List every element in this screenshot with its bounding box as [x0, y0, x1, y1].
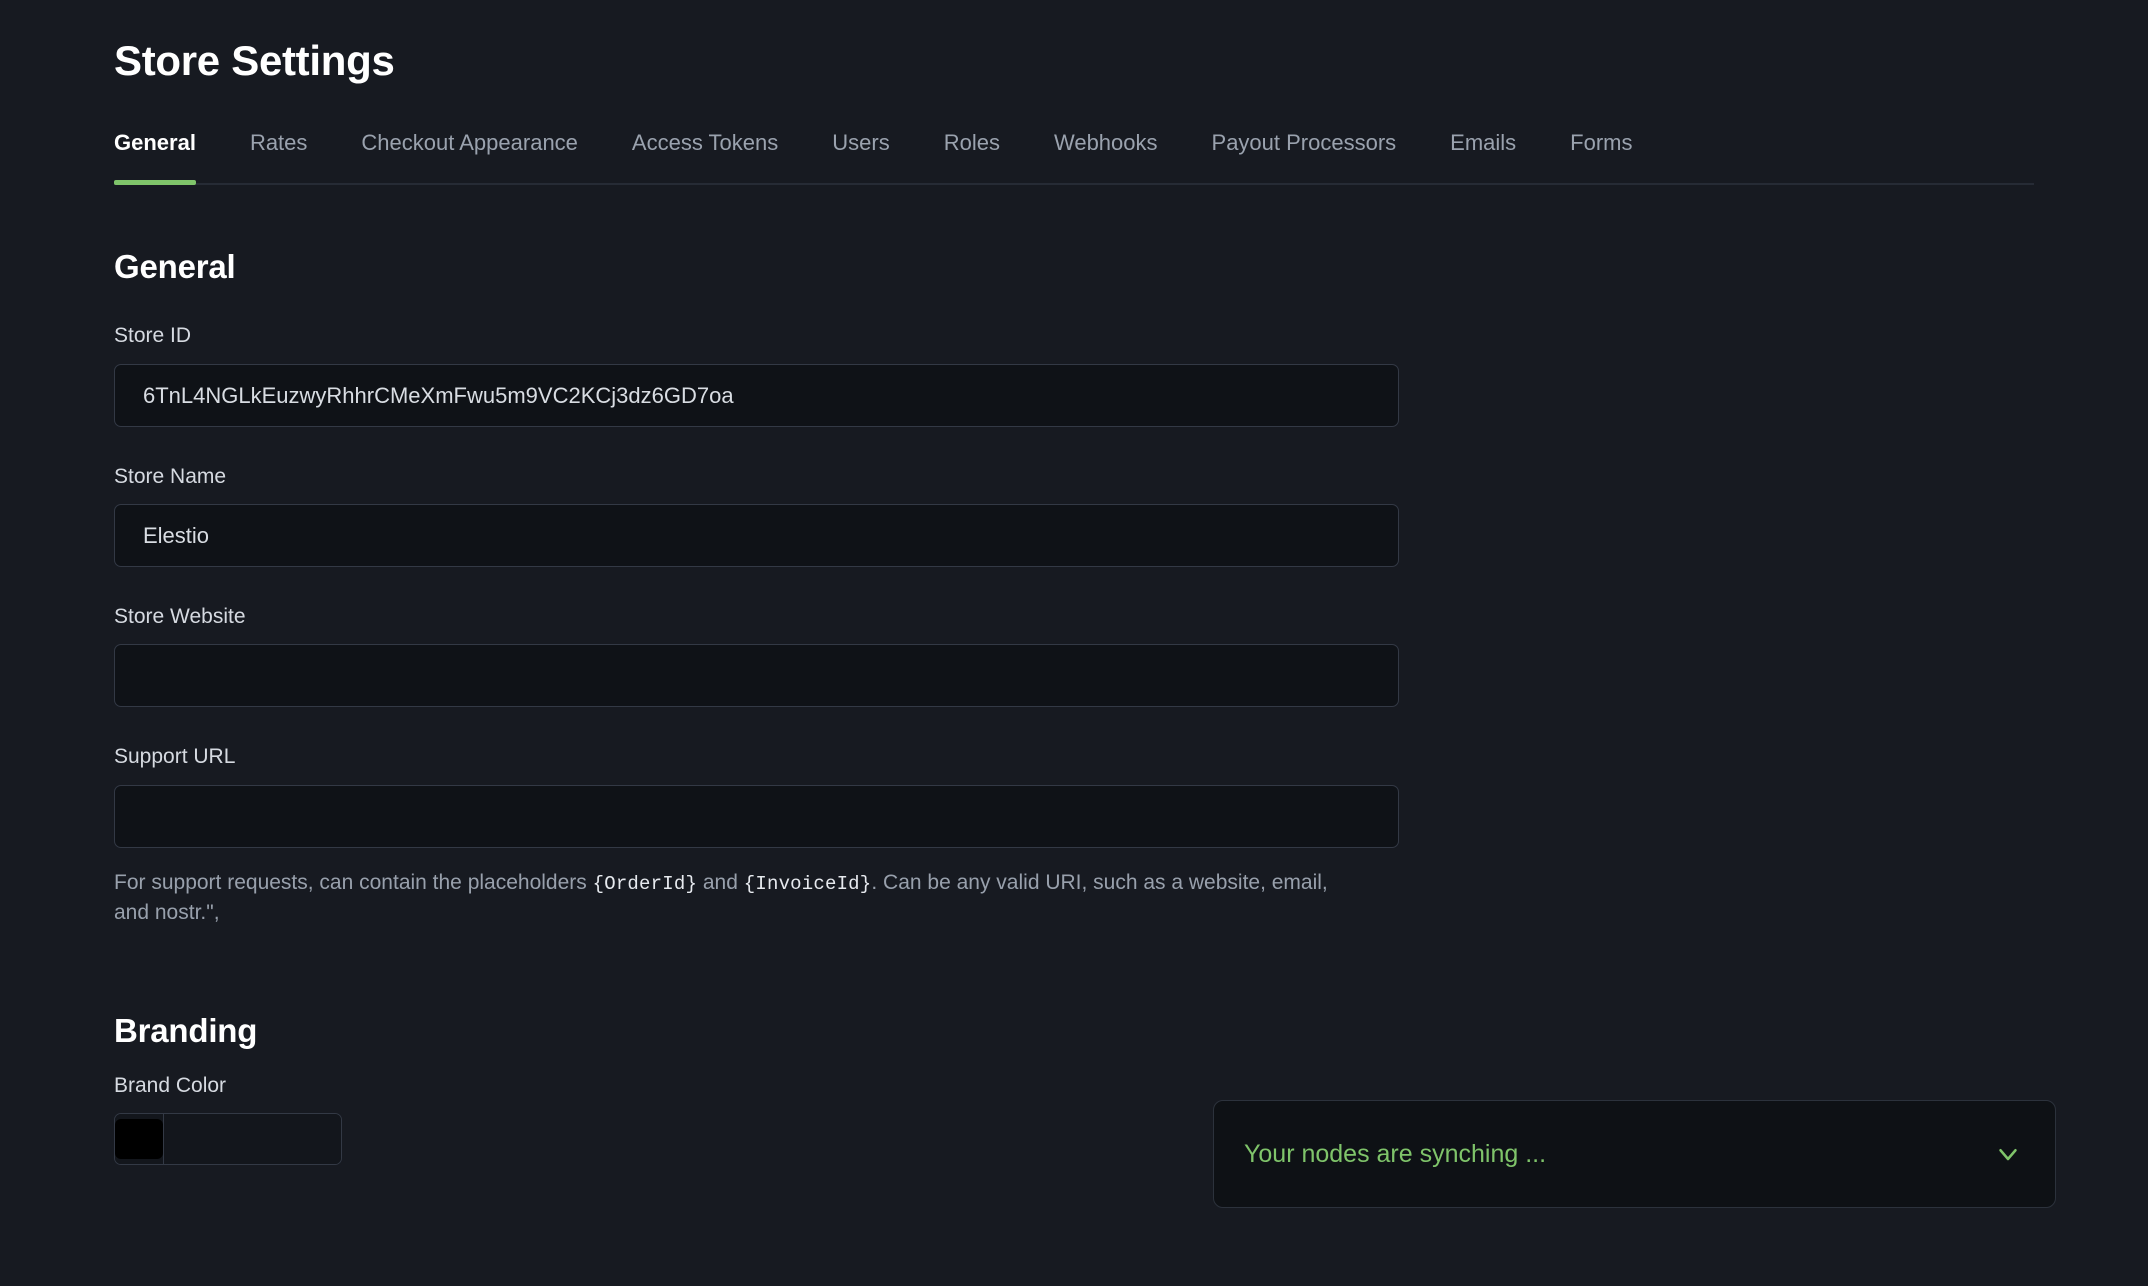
store-name-label: Store Name: [114, 464, 227, 488]
store-id-label: Store ID: [114, 324, 192, 348]
sync-status-message: Your nodes are synching ...: [1244, 1140, 1547, 1168]
store-website-input[interactable]: [114, 644, 1399, 708]
field-support-url: Support URL For support requests, can co…: [114, 743, 1399, 928]
general-settings-form: General Store ID Store Name Store Websit…: [114, 247, 1399, 1166]
store-name-input[interactable]: [114, 503, 1399, 567]
tab-forms[interactable]: Forms: [1570, 130, 1632, 182]
node-sync-banner[interactable]: Your nodes are synching ...: [1213, 1100, 2056, 1208]
tab-users[interactable]: Users: [832, 130, 889, 182]
tab-access-tokens[interactable]: Access Tokens: [632, 130, 778, 182]
tab-rates[interactable]: Rates: [250, 130, 307, 182]
tab-webhooks[interactable]: Webhooks: [1054, 130, 1158, 182]
tab-payout-processors[interactable]: Payout Processors: [1212, 130, 1397, 182]
field-store-name: Store Name: [114, 463, 1399, 567]
placeholder-invoice-id: {InvoiceId}: [743, 872, 872, 895]
help-text-part-1: For support requests, can contain the pl…: [114, 870, 593, 894]
placeholder-order-id: {OrderId}: [592, 872, 698, 895]
brand-color-swatch-cell[interactable]: [115, 1114, 164, 1165]
store-id-input[interactable]: [114, 363, 1399, 427]
help-text-part-2: and: [697, 870, 744, 894]
brand-color-label: Brand Color: [114, 1074, 227, 1098]
brand-color-swatch[interactable]: [115, 1119, 163, 1160]
chevron-down-icon[interactable]: [1991, 1137, 2025, 1171]
brand-color-text-input[interactable]: [164, 1114, 341, 1165]
support-url-input[interactable]: [114, 784, 1399, 848]
tab-checkout-appearance[interactable]: Checkout Appearance: [361, 130, 578, 182]
settings-tab-bar: General Rates Checkout Appearance Access…: [114, 130, 2034, 186]
field-store-website: Store Website: [114, 603, 1399, 708]
store-website-label: Store Website: [114, 604, 246, 628]
field-store-id: Store ID: [114, 322, 1399, 427]
brand-color-input-group[interactable]: [114, 1113, 342, 1166]
store-settings-page: Store Settings General Rates Checkout Ap…: [0, 0, 2148, 1286]
page-title: Store Settings: [114, 37, 395, 84]
tab-general[interactable]: General: [114, 130, 196, 186]
tab-list: General Rates Checkout Appearance Access…: [114, 130, 2034, 186]
section-heading-general: General: [114, 247, 236, 285]
support-url-help-text: For support requests, can contain the pl…: [114, 868, 1354, 929]
field-brand-color: Brand Color: [114, 1072, 1399, 1166]
tab-emails[interactable]: Emails: [1450, 130, 1516, 182]
section-heading-branding: Branding: [114, 1011, 258, 1049]
support-url-label: Support URL: [114, 745, 236, 769]
tab-roles[interactable]: Roles: [944, 130, 1000, 182]
